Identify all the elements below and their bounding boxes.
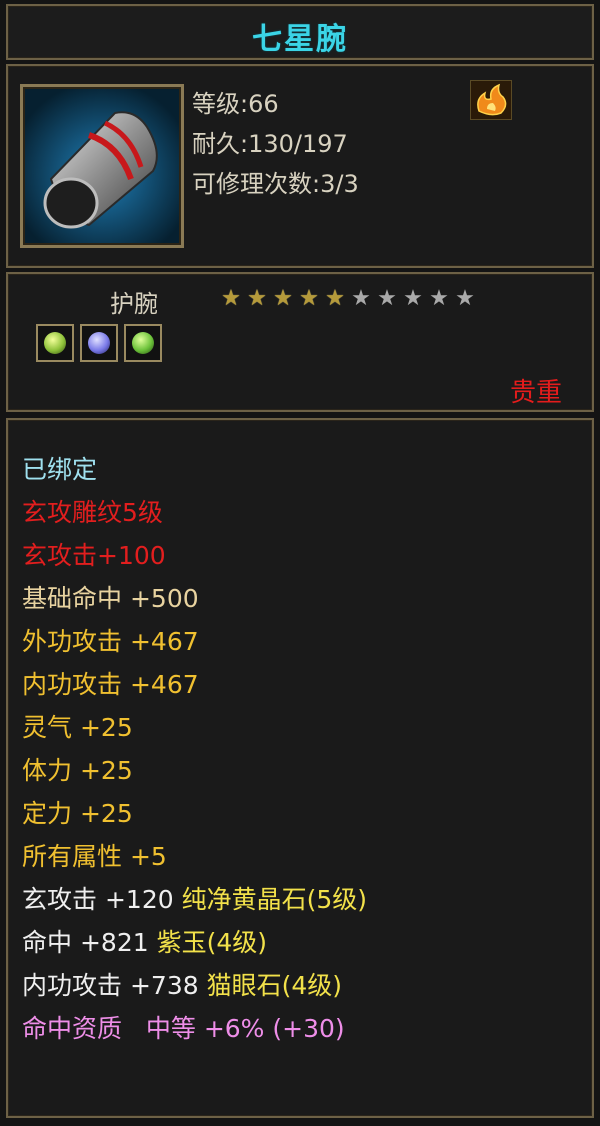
extra-attr-line: 灵气 +25 (22, 708, 133, 744)
star-icon: ★ (455, 286, 475, 311)
gem-attr-line: 命中 +821 紫玉(4级) (22, 923, 267, 959)
item-info-panel: 等级:66 耐久:130/197 可修理次数:3/3 (6, 64, 594, 268)
attr-value: +25 (79, 756, 133, 785)
engrave-line: 玄攻雕纹5级 (22, 498, 163, 527)
attr-label: 命中 (22, 928, 73, 957)
star-icon: ★ (377, 286, 397, 311)
aptitude-bonus: +6% (203, 1014, 265, 1043)
extra-attr-line: 体力 +25 (22, 751, 133, 787)
star-icon: ★ (247, 286, 267, 311)
purple-jade-gem-icon[interactable] (80, 324, 118, 362)
attr-value: +25 (79, 713, 133, 742)
cat-eye-gem-icon[interactable] (36, 324, 74, 362)
aptitude-grade: 中等 (145, 1014, 196, 1043)
item-type: 护腕 (110, 290, 158, 318)
engrave-bonus-line: 玄攻击+100 (22, 541, 166, 570)
attr-value: +120 (104, 885, 174, 914)
star-icon: ★ (299, 286, 319, 311)
extra-attr-line: 定力 +25 (22, 794, 133, 830)
attr-label: 体力 (22, 756, 73, 785)
star-rating: ★ ★ ★ ★ ★ ★ ★ ★ ★ ★ (220, 286, 480, 312)
star-icon: ★ (273, 286, 293, 311)
attr-value: +738 (129, 971, 199, 1000)
extra-attr-line: 所有属性 +5 (22, 837, 167, 873)
attr-value: +500 (129, 584, 199, 613)
base-attr-line: 外功攻击 +467 (22, 622, 199, 658)
attr-value: +467 (129, 627, 199, 656)
item-title: 七星腕 (252, 22, 348, 57)
gem-attr-line: 玄攻击 +120 纯净黄晶石(5级) (22, 880, 367, 916)
attr-label: 外功攻击 (22, 627, 123, 656)
bound-status: 已绑定 (22, 455, 98, 484)
aptitude-extra: (+30) (272, 1014, 345, 1043)
gem-name: 紫玉(4级) (156, 928, 268, 957)
attr-label: 所有属性 (22, 842, 123, 871)
attr-value: +467 (129, 670, 199, 699)
grade-panel: 护腕 ★ ★ ★ ★ ★ ★ ★ ★ ★ ★ 贵重 (6, 272, 594, 412)
base-attr-line: 基础命中 +500 (22, 579, 199, 615)
star-icon: ★ (403, 286, 423, 311)
attr-value: +821 (79, 928, 149, 957)
star-icon: ★ (351, 286, 371, 311)
attr-label: 基础命中 (22, 584, 123, 613)
attr-label: 内功攻击 (22, 670, 123, 699)
item-durability: 耐久:130/197 (192, 130, 348, 158)
rarity-label: 贵重 (509, 378, 562, 408)
item-tooltip: 七星腕 等级:66 耐久:130/197 可修理次数:3/3 护腕 ★ ★ ★ … (0, 0, 600, 1126)
fire-icon (470, 80, 512, 120)
gem-attr-line: 内功攻击 +738 猫眼石(4级) (22, 966, 342, 1002)
attr-value: +25 (79, 799, 133, 828)
attr-value: +5 (129, 842, 167, 871)
gem-name: 纯净黄晶石(5级) (181, 885, 368, 914)
aptitude-label: 命中资质 (22, 1014, 123, 1043)
gem-name: 猫眼石(4级) (206, 971, 343, 1000)
star-icon: ★ (325, 286, 345, 311)
cat-eye-gem-icon[interactable] (124, 324, 162, 362)
bracer-icon[interactable] (20, 84, 184, 248)
gem-slots (36, 324, 168, 366)
attributes-panel: 已绑定 玄攻雕纹5级 玄攻击+100 基础命中 +500 外功攻击 +467 内… (6, 418, 594, 1118)
star-icon: ★ (429, 286, 449, 311)
attr-label: 灵气 (22, 713, 73, 742)
attr-label: 定力 (22, 799, 73, 828)
star-icon: ★ (221, 286, 241, 311)
attr-label: 内功攻击 (22, 971, 123, 1000)
aptitude-line: 命中资质 中等 +6% (+30) (22, 1009, 345, 1045)
base-attr-line: 内功攻击 +467 (22, 665, 199, 701)
attr-label: 玄攻击 (22, 885, 98, 914)
item-level: 等级:66 (192, 90, 279, 118)
title-bar: 七星腕 (6, 4, 594, 60)
item-repair-count: 可修理次数:3/3 (192, 170, 359, 198)
